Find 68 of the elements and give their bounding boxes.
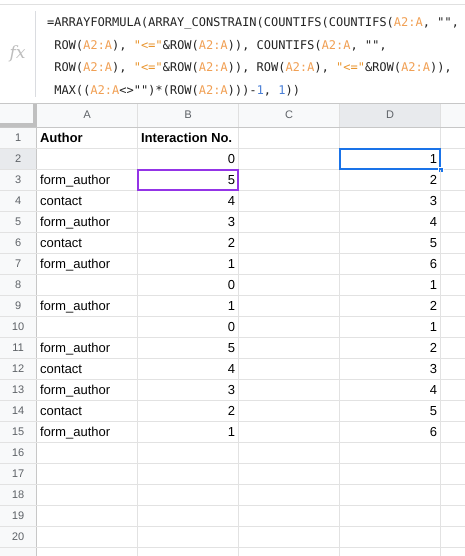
row-header[interactable]: 3 (0, 170, 37, 190)
cell-value: form_author (40, 423, 110, 442)
column-header[interactable]: D (340, 104, 441, 127)
row-header[interactable]: 2 (0, 149, 37, 169)
function-label: fx (10, 42, 26, 66)
cell-value: 2 (228, 234, 235, 252)
cell-value: 2 (430, 339, 437, 358)
cell-value: 0 (228, 150, 235, 168)
cell-value: form_author (40, 381, 110, 400)
cell-value: 4 (430, 381, 437, 400)
row-header[interactable]: 19 (0, 506, 37, 526)
row-header[interactable]: 4 (0, 191, 37, 211)
row-header[interactable]: 6 (0, 233, 37, 253)
formula-line[interactable]: ROW(A2:A), "<="&ROW(A2:A)), ROW(A2:A), "<="&ROW(A2:A)), (47, 56, 452, 78)
column-title: Interaction No. (141, 129, 232, 148)
formula-line[interactable]: MAX((A2:A<>"")*(ROW(A2:A)))-1, 1)) (47, 78, 300, 101)
row-header[interactable]: 20 (0, 527, 37, 547)
cell-value: form_author (40, 213, 110, 232)
cell-value: form_author (40, 297, 110, 316)
cell-value: 1 (228, 423, 235, 442)
cell-value: 6 (430, 423, 437, 442)
fill-handle[interactable] (438, 167, 444, 173)
formula-line[interactable]: =ARRAYFORMULA(ARRAY_CONSTRAIN(COUNTIFS(COUNTIFS(A2:A, "", (47, 11, 459, 34)
row-header[interactable]: 7 (0, 254, 37, 274)
formula-line[interactable]: ROW(A2:A), "<="&ROW(A2:A)), COUNTIFS(A2:A, "", (47, 34, 387, 56)
cell-value: 5 (430, 402, 437, 420)
cell-value: 1 (430, 150, 437, 168)
cell-value: 0 (228, 276, 235, 294)
cell-value: contact (40, 402, 82, 420)
cell-value: form_author (40, 255, 110, 274)
cell-value: contact (40, 192, 82, 210)
cell-value: 5 (430, 234, 437, 252)
row-header[interactable]: 16 (0, 443, 37, 463)
cell-value: 1 (228, 297, 235, 316)
row-header[interactable]: 9 (0, 296, 37, 316)
row-header[interactable]: 10 (0, 317, 37, 337)
cell-value: 5 (228, 171, 235, 190)
cell-value: 4 (228, 192, 235, 210)
cell-value: 3 (228, 213, 235, 232)
cell-value: contact (40, 234, 82, 252)
cell-value: 3 (430, 192, 437, 210)
cell-value: contact (40, 360, 82, 378)
cell-value: 3 (430, 360, 437, 378)
cell-value: 1 (228, 255, 235, 274)
row-header[interactable]: 8 (0, 275, 37, 295)
cell-value: form_author (40, 339, 110, 358)
row-header[interactable]: 18 (0, 485, 37, 505)
cell-value: 4 (228, 360, 235, 378)
row-header[interactable]: 11 (0, 338, 37, 358)
cell-value: 1 (430, 318, 437, 336)
cell-value: 1 (430, 276, 437, 294)
row-header[interactable]: 17 (0, 464, 37, 484)
cell-value: 2 (228, 402, 235, 420)
cell-value: 2 (430, 171, 437, 190)
row-header[interactable]: 12 (0, 359, 37, 379)
cell-value: 2 (430, 297, 437, 316)
cell-value: 5 (228, 339, 235, 358)
row-header[interactable]: 15 (0, 422, 37, 442)
row-header[interactable]: 14 (0, 401, 37, 421)
row-header[interactable]: 5 (0, 212, 37, 232)
cell-value: 3 (228, 381, 235, 400)
column-title: Author (40, 129, 83, 148)
row-header[interactable]: 13 (0, 380, 37, 400)
row-header[interactable]: 1 (0, 128, 37, 148)
cell-value: 0 (228, 318, 235, 336)
cell-value: form_author (40, 171, 110, 190)
cell-value: 6 (430, 255, 437, 274)
cell-value: 4 (430, 213, 437, 232)
